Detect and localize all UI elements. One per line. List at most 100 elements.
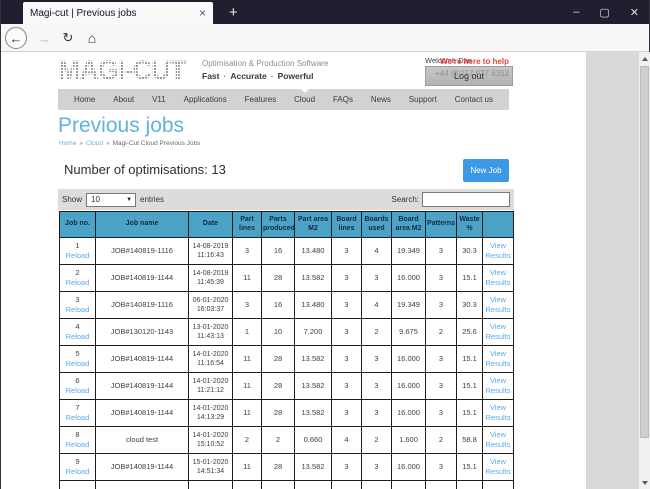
column-header[interactable]: Waste % [457, 212, 483, 238]
tagline-block: Optimisation & Production Software Fast·… [202, 59, 328, 81]
view-results-link[interactable]: View Results [484, 403, 512, 423]
nav-item-about[interactable]: About [113, 89, 134, 110]
scroll-up-arrow-icon[interactable] [639, 52, 650, 65]
patterns-cell: 3 [426, 238, 457, 265]
browser-tab[interactable]: Magi-cut | Previous jobs × [23, 2, 213, 24]
close-button[interactable]: ✕ [630, 6, 639, 19]
reload-link[interactable]: Reload [61, 332, 94, 342]
reload-button[interactable]: ↻ [57, 27, 79, 49]
view-results-link[interactable]: View Results [484, 349, 512, 369]
tagline: Optimisation & Production Software [202, 59, 328, 68]
patterns-cell: 3 [426, 265, 457, 292]
slogan: Fast·Accurate·Powerful [202, 71, 328, 81]
view-results-cell: View Results [483, 265, 514, 292]
nav-item-applications[interactable]: Applications [184, 89, 227, 110]
minimize-button[interactable]: – [573, 6, 579, 18]
board-area-m2-cell: 19.349 [392, 292, 426, 319]
job-no-cell: 7Reload [60, 400, 96, 427]
job-no-cell: 1Reload [60, 238, 96, 265]
view-results-cell: View Results [483, 427, 514, 454]
boards-used-cell: 2 [362, 427, 392, 454]
nav-item-label: Applications [184, 95, 227, 104]
nav-item-contact-us[interactable]: Contact us [455, 89, 493, 110]
reload-link[interactable]: Reload [61, 413, 94, 423]
nav-item-faqs[interactable]: FAQs [333, 89, 353, 110]
job-no-cell: 3Reload [60, 292, 96, 319]
nav-item-features[interactable]: Features [245, 89, 277, 110]
job-no: 1 [61, 241, 94, 251]
reload-link[interactable]: Reload [61, 305, 94, 315]
table-row: 1ReloadJOB#140819-111614-08-2019 11:16:4… [60, 238, 514, 265]
nav-item-cloud[interactable]: Cloud [294, 89, 315, 110]
nav-item-v11[interactable]: V11 [152, 89, 166, 110]
chevron-down-icon: ▼ [126, 197, 132, 203]
reload-link[interactable]: Reload [61, 359, 94, 369]
view-results-link[interactable]: View Results [484, 241, 512, 261]
column-header[interactable]: Date [189, 212, 233, 238]
name-cell: JOB#140819-1144 [96, 265, 189, 292]
job-no: 9 [61, 457, 94, 467]
part-area-m2-cell: 13.480 [295, 292, 332, 319]
maximize-button[interactable]: ▢ [599, 6, 609, 19]
nav-item-label: Contact us [455, 95, 493, 104]
new-job-button[interactable]: New Job [463, 159, 509, 182]
view-results-link[interactable]: View Results [484, 295, 512, 315]
patterns-cell: 3 [426, 400, 457, 427]
parts-produced-cell: 28 [262, 346, 295, 373]
view-results-link[interactable]: View Results [484, 268, 512, 288]
date-cell: 14-01-2020 11:21:12 [189, 373, 233, 400]
board-lines-cell: 3 [332, 292, 362, 319]
scroll-down-arrow-icon[interactable] [639, 476, 650, 489]
job-no: 3 [61, 295, 94, 305]
page-background-band [586, 52, 638, 489]
column-header[interactable]: Board area M2 [392, 212, 426, 238]
tab-close-icon[interactable]: × [193, 6, 206, 20]
column-header[interactable]: Boards used [362, 212, 392, 238]
patterns-cell: 2 [426, 427, 457, 454]
column-header[interactable]: Job name [96, 212, 189, 238]
name-cell: JOB#140819-1144 [96, 346, 189, 373]
nav-item-support[interactable]: Support [409, 89, 437, 110]
column-header[interactable]: Part area M2 [295, 212, 332, 238]
column-header[interactable] [483, 212, 514, 238]
page-size-select[interactable]: 10 ▼ [86, 193, 136, 207]
date-cell: 06-01-2020 16:03:37 [189, 292, 233, 319]
search-input[interactable] [422, 192, 510, 207]
new-tab-button[interactable]: + [223, 0, 244, 24]
view-results-link[interactable]: View Results [484, 376, 512, 396]
column-header[interactable]: Parts produced [262, 212, 295, 238]
column-header[interactable]: Part lines [233, 212, 262, 238]
view-results-link[interactable]: View Results [484, 457, 512, 477]
nav-item-news[interactable]: News [371, 89, 391, 110]
magi-cut-logo[interactable]: MAGI-CUT [58, 55, 185, 85]
reload-link[interactable]: Reload [61, 386, 94, 396]
breadcrumb-item[interactable]: Home [59, 140, 76, 147]
reload-link[interactable]: Reload [61, 251, 94, 261]
boards-used-cell: 3 [362, 454, 392, 481]
tab-title: Magi-cut | Previous jobs [30, 8, 193, 19]
waste-pct-cell: 15.1 [457, 400, 483, 427]
back-button[interactable]: ← [5, 27, 27, 49]
home-button[interactable]: ⌂ [81, 27, 103, 49]
scrollbar-thumb[interactable] [640, 66, 649, 438]
column-header[interactable]: Job no. [60, 212, 96, 238]
vertical-scrollbar[interactable] [638, 52, 650, 489]
waste-pct-cell: 15.1 [457, 346, 483, 373]
board-area-m2-cell: 1.600 [392, 427, 426, 454]
table-row: 9ReloadJOB#140819-114415-01-2020 14:51:3… [60, 454, 514, 481]
reload-link[interactable]: Reload [61, 440, 94, 450]
waste-pct-cell: 15.1 [457, 454, 483, 481]
breadcrumb-item[interactable]: Cloud [86, 140, 103, 147]
column-header[interactable]: Patterns [426, 212, 457, 238]
view-results-cell: View Results [483, 319, 514, 346]
reload-link[interactable]: Reload [61, 278, 94, 288]
patterns-cell: 3 [426, 346, 457, 373]
help-text: We're here to help [435, 57, 509, 66]
nav-item-home[interactable]: Home [74, 89, 95, 110]
view-results-link[interactable]: View Results [484, 322, 512, 342]
column-header[interactable]: Board lines [332, 212, 362, 238]
view-results-cell: View Results [483, 373, 514, 400]
reload-link[interactable]: Reload [61, 467, 94, 477]
view-results-link[interactable]: View Results [484, 430, 512, 450]
part-lines-cell: 3 [233, 238, 262, 265]
